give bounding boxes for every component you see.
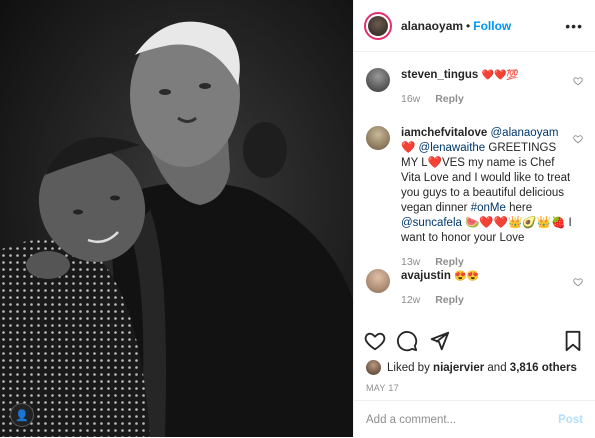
reply-button[interactable]: Reply (435, 294, 464, 306)
comment-text: ❤️❤️💯 (481, 70, 519, 81)
like-comment-icon[interactable] (573, 277, 583, 287)
add-comment-input[interactable]: Add a comment... (366, 414, 456, 426)
tagged-user-icon[interactable]: 👤 (10, 403, 34, 427)
comments-list[interactable]: steven_tingus ❤️❤️💯 16w Reply iamchefvit… (354, 52, 595, 320)
comment-text: 😍😍 (454, 271, 479, 282)
comment-item: iamchefvitalove @alanaoyam ❤️ @lenawaith… (366, 126, 583, 270)
author-avatar[interactable] (364, 11, 392, 40)
comment-item: avajustin 😍😍 12w Reply (366, 269, 583, 308)
commenter-avatar[interactable] (366, 68, 390, 92)
add-comment-bar: Add a comment... Post (354, 400, 595, 438)
post-actions (364, 330, 583, 358)
comment-icon[interactable] (396, 330, 418, 352)
comment-text: @alanaoyam ❤️ @lenawaithe GREETINGS MY L… (401, 127, 572, 244)
save-bookmark-icon[interactable] (563, 330, 583, 352)
more-options-icon[interactable]: ••• (565, 18, 583, 34)
comment-mention-link[interactable]: @suncafela (401, 217, 462, 229)
author-username[interactable]: alanaoyam (401, 19, 463, 33)
reply-button[interactable]: Reply (435, 256, 464, 268)
post-header: alanaoyam • Follow ••• (354, 0, 595, 52)
commenter-username[interactable]: iamchefvitalove (401, 127, 487, 139)
liked-by-prefix: Liked by (387, 361, 430, 374)
commenter-username[interactable]: steven_tingus (401, 69, 478, 81)
reply-button[interactable]: Reply (435, 93, 464, 105)
like-comment-icon[interactable] (573, 76, 583, 86)
comment-item: steven_tingus ❤️❤️💯 16w Reply (366, 68, 583, 107)
commenter-username[interactable]: avajustin (401, 270, 451, 282)
photo-illustration (0, 0, 353, 437)
liker-avatar[interactable] (366, 360, 381, 375)
like-icon[interactable] (364, 330, 386, 352)
comment-mention-link[interactable]: @lenawaithe (419, 142, 486, 154)
post-photo[interactable]: 👤 (0, 0, 353, 437)
post-comment-button[interactable]: Post (558, 414, 583, 426)
likes-others-link[interactable]: 3,816 others (510, 362, 577, 374)
comment-age: 16w (401, 93, 421, 105)
post-side-panel: alanaoyam • Follow ••• steven_tingus ❤️❤… (353, 0, 595, 437)
liker-username[interactable]: niajervier (433, 362, 484, 374)
comment-text-segment: ❤️ (401, 142, 419, 154)
follow-button[interactable]: Follow (473, 19, 511, 33)
comment-text-segment: here (505, 202, 533, 214)
commenter-avatar[interactable] (366, 126, 390, 150)
header-separator: • (466, 18, 471, 33)
commenter-avatar[interactable] (366, 269, 390, 293)
like-comment-icon[interactable] (573, 134, 583, 144)
comment-age: 13w (401, 256, 421, 268)
comment-mention-link[interactable]: #onMe (471, 202, 506, 214)
post-date: MAY 17 (366, 383, 399, 393)
share-icon[interactable] (428, 330, 450, 352)
likes-and: and (487, 361, 507, 374)
comment-age: 12w (401, 294, 421, 306)
comment-mention-link[interactable]: @alanaoyam (491, 127, 559, 139)
likes-summary: Liked by niajervier and 3,816 others (366, 360, 577, 375)
